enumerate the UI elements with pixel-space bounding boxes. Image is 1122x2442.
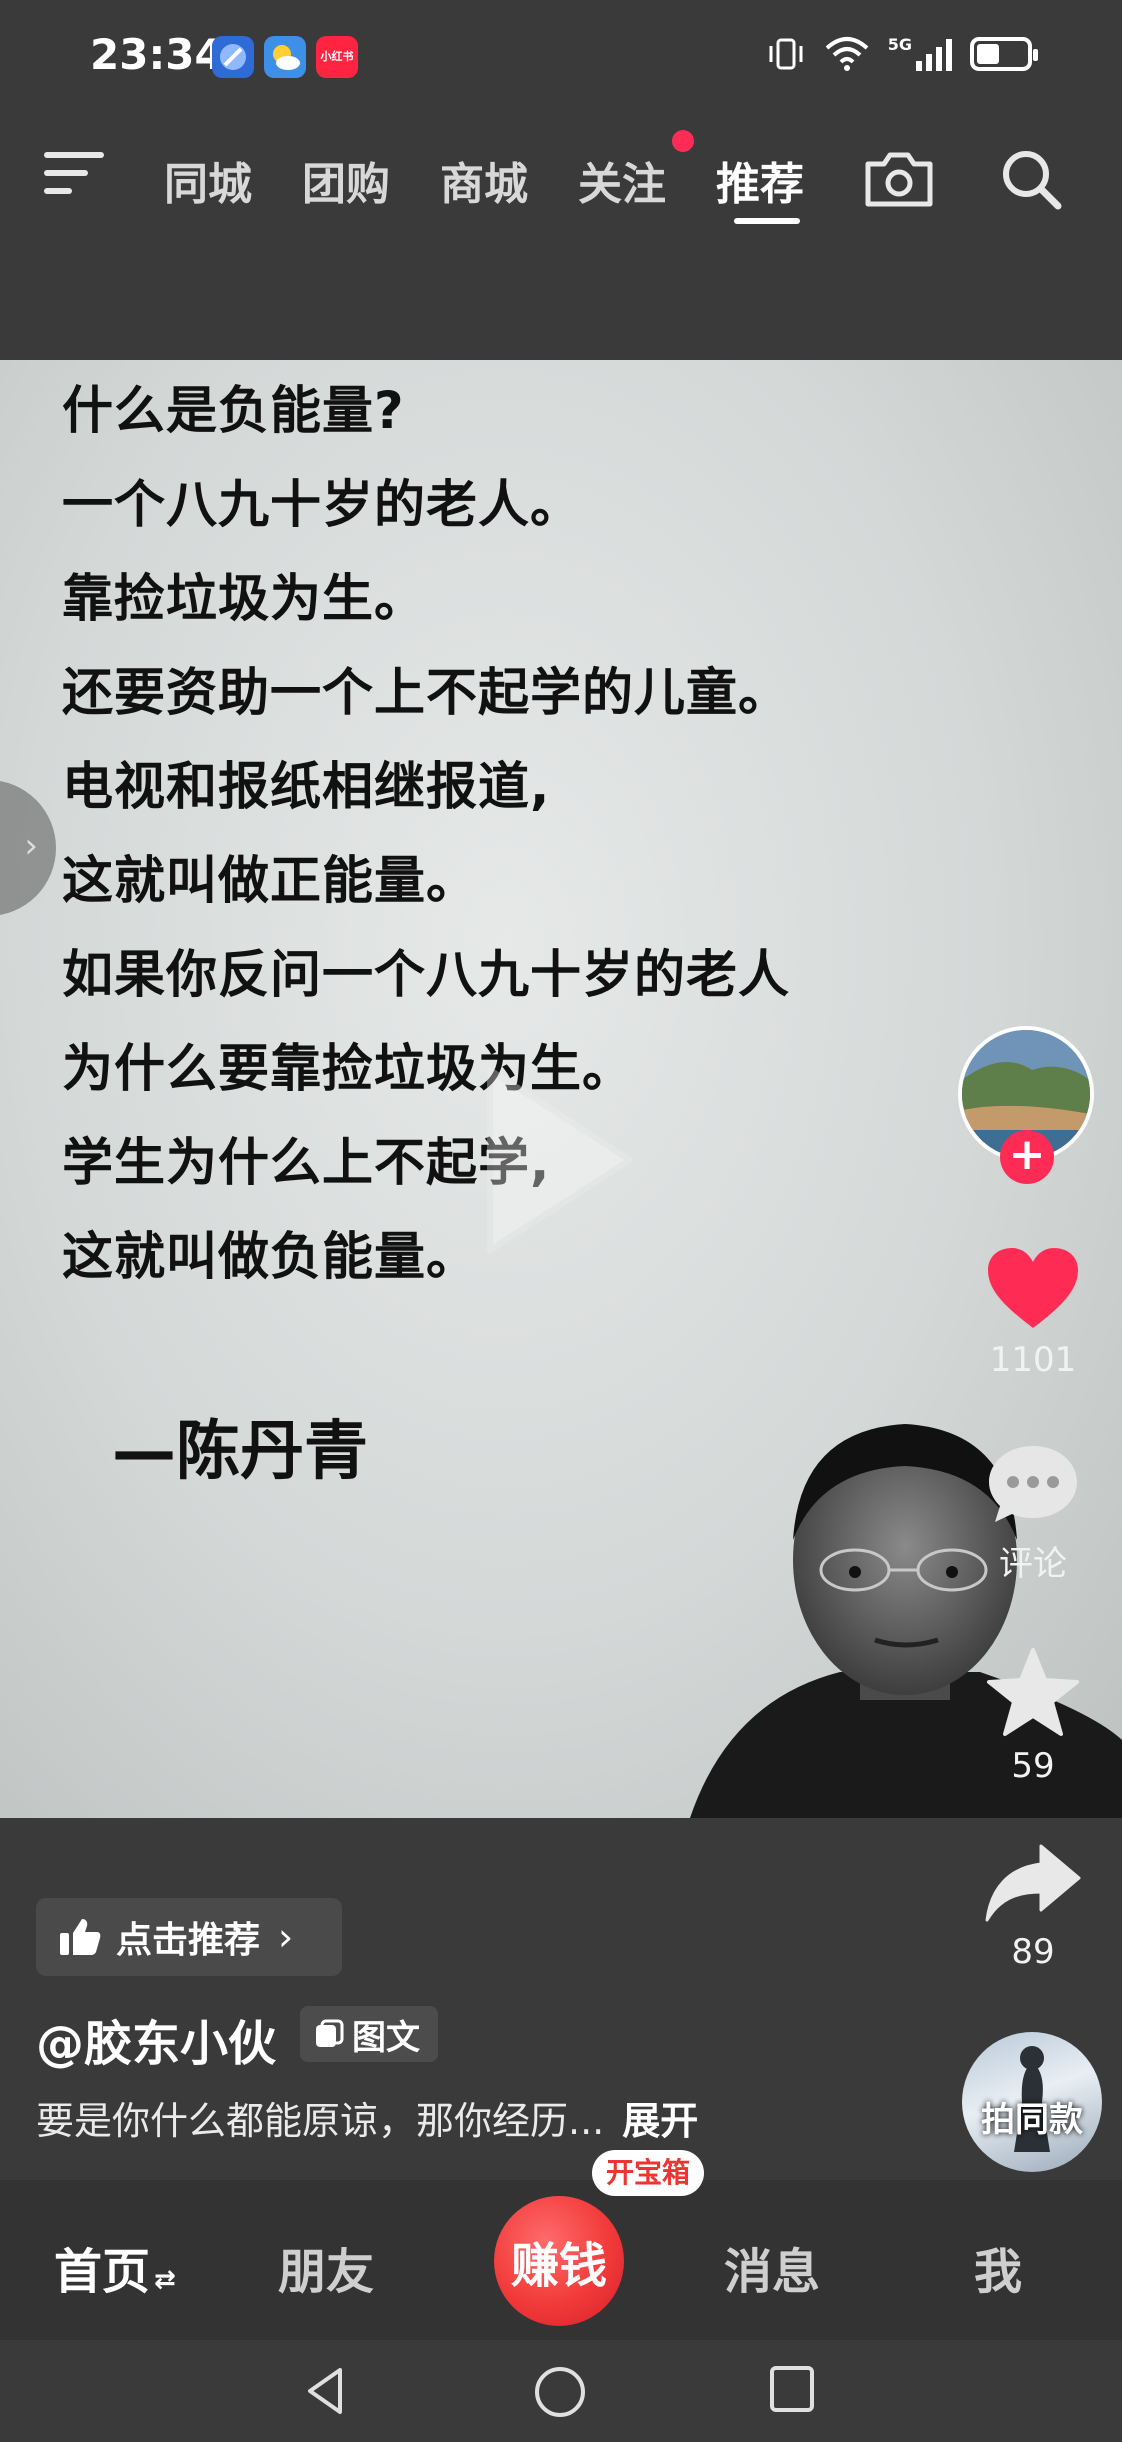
comment-label: 评论 — [999, 1544, 1067, 1584]
quote-line: 学生为什么上不起学, — [62, 1134, 551, 1193]
tab-group-buy[interactable]: 团购 — [302, 148, 390, 212]
status-bar: 23:34 小红书 5G — [0, 0, 1122, 120]
tab-following[interactable]: 关注 — [578, 148, 666, 212]
quote-text: 什么是负能量? 一个八九十岁的老人。 靠捡垃圾为生。 还要资助一个上不起学的儿童… — [62, 370, 790, 1310]
status-indicators: 5G — [766, 34, 1038, 74]
weather-icon — [264, 36, 306, 78]
bottom-navigation: 首页 ⇄ 朋友 赚钱 开宝箱 消息 我 — [0, 2150, 1122, 2340]
quote-line: 这就叫做正能量。 — [62, 852, 479, 911]
play-icon[interactable] — [470, 1060, 640, 1260]
xiaohongshu-icon: 小红书 — [316, 36, 358, 78]
back-icon[interactable] — [300, 2364, 354, 2418]
quote-line: 为什么要靠捡垃圾为生。 — [62, 1040, 635, 1099]
search-icon[interactable] — [996, 144, 1066, 214]
thumbs-up-icon — [60, 1919, 101, 1955]
status-time: 23:34 — [90, 30, 224, 79]
tab-mall[interactable]: 商城 — [440, 148, 528, 212]
tab-recommended[interactable]: 推荐 — [716, 148, 804, 212]
nav-earn[interactable]: 赚钱 — [494, 2196, 624, 2326]
signal-bars-icon — [916, 37, 952, 71]
favorite-count: 59 — [1011, 1746, 1055, 1786]
recommend-label: 点击推荐 — [116, 1920, 261, 1961]
quote-line: 靠捡垃圾为生。 — [62, 570, 427, 629]
expand-link[interactable]: 展开 — [622, 2099, 698, 2143]
nav-friends[interactable]: 朋友 — [278, 2232, 374, 2302]
shoot-same-label: 拍同款 — [981, 2100, 1083, 2140]
quote-author: —陈丹青 — [112, 1415, 368, 1489]
recommend-button[interactable]: 点击推荐 › — [36, 1898, 342, 1976]
post-type-badge: 图文 — [300, 2006, 438, 2062]
tab-same-city[interactable]: 同城 — [164, 148, 252, 212]
post-description: 要是你什么都能原谅，那你经历... 展开 — [36, 2090, 698, 2145]
treasure-chest-badge[interactable]: 开宝箱 — [592, 2150, 705, 2196]
quote-line: 这就叫做负能量。 — [62, 1228, 479, 1287]
network-type: 5G — [887, 35, 912, 54]
battery-icon — [970, 37, 1038, 71]
following-notification-dot — [672, 130, 694, 152]
nav-home-label: 首页 — [54, 2244, 151, 2300]
favorite-button[interactable]: 59 — [978, 1646, 1088, 1786]
chevron-right-icon: › — [278, 1915, 294, 1959]
browser-icon — [212, 36, 254, 78]
cellular-signal: 5G — [888, 37, 952, 71]
comment-icon[interactable] — [985, 1440, 1081, 1528]
quote-line: 还要资助一个上不起学的儿童。 — [62, 664, 791, 723]
heart-icon[interactable] — [984, 1244, 1082, 1332]
system-navigation-bar — [0, 2340, 1122, 2442]
camera-icon[interactable] — [862, 150, 936, 208]
swap-icon: ⇄ — [154, 2265, 176, 2295]
quote-line: 一个八九十岁的老人。 — [62, 476, 583, 535]
post-image[interactable]: 什么是负能量? 一个八九十岁的老人。 靠捡垃圾为生。 还要资助一个上不起学的儿童… — [0, 360, 1122, 1818]
share-count: 89 — [1011, 1932, 1055, 1972]
post-type-label: 图文 — [352, 2017, 420, 2058]
recents-icon[interactable] — [768, 2364, 818, 2416]
author-avatar[interactable]: + — [958, 1026, 1098, 1184]
share-button[interactable]: 89 — [978, 1840, 1088, 1972]
nav-messages[interactable]: 消息 — [724, 2232, 820, 2302]
share-icon[interactable] — [983, 1840, 1083, 1924]
nav-earn-label: 赚钱 — [510, 2238, 607, 2294]
star-icon[interactable] — [985, 1646, 1081, 1738]
description-text: 要是你什么都能原谅，那你经历... — [36, 2099, 605, 2143]
vibrate-icon — [769, 38, 803, 70]
like-count: 1101 — [989, 1340, 1077, 1380]
top-navigation: 同城 团购 商城 关注 推荐 — [0, 130, 1122, 240]
follow-button[interactable]: + — [1000, 1130, 1054, 1184]
like-button[interactable]: 1101 — [978, 1244, 1088, 1380]
nav-me[interactable]: 我 — [974, 2232, 1022, 2302]
comment-button[interactable]: 评论 — [978, 1440, 1088, 1585]
menu-icon[interactable] — [44, 152, 104, 198]
image-text-icon — [316, 2019, 344, 2047]
wifi-icon — [825, 37, 869, 71]
home-icon[interactable] — [532, 2364, 588, 2420]
nav-home[interactable]: 首页 ⇄ — [54, 2232, 176, 2302]
author-name[interactable]: @胶东小伙 — [36, 2004, 276, 2074]
active-tab-indicator — [734, 218, 800, 224]
quote-line: 电视和报纸相继报道, — [62, 758, 551, 817]
quote-line: 如果你反问一个八九十岁的老人 — [62, 946, 791, 1005]
shoot-same-button[interactable]: 拍同款 — [962, 2032, 1102, 2172]
quote-line: 什么是负能量? — [62, 382, 405, 441]
side-drawer-handle[interactable]: › — [0, 780, 56, 916]
